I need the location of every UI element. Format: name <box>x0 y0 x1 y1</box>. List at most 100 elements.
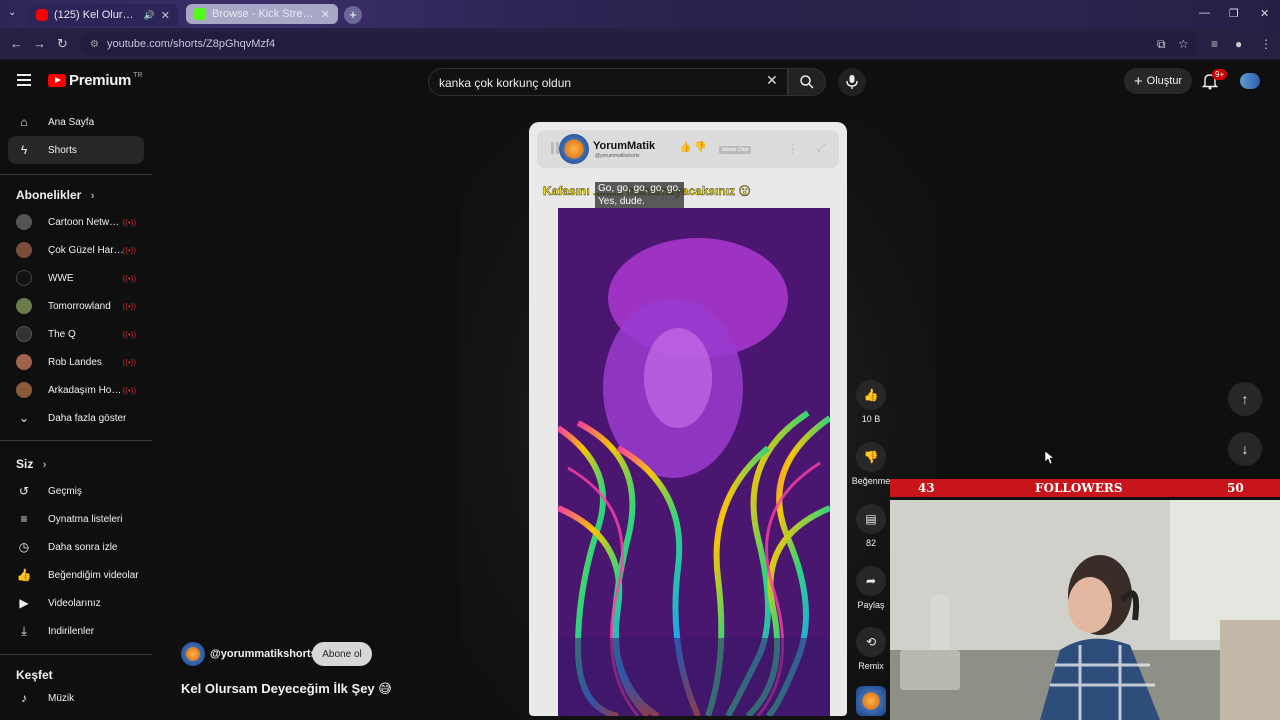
sidebar-item-subscription[interactable]: Çok Güzel Harek... ((•)) <box>8 236 144 264</box>
divider <box>0 440 152 441</box>
sidebar-item-playlists[interactable]: ≡ Oynatma listeleri <box>8 505 144 533</box>
followers-label: FOLLOWERS <box>1035 481 1123 495</box>
sidebar-item-subscription[interactable]: WWE ((•)) <box>8 264 144 292</box>
remix-button[interactable]: ⟲ <box>856 627 886 657</box>
youtube-logo[interactable]: Premium TR <box>48 72 142 89</box>
share-action: ➦ Paylaş <box>850 566 892 610</box>
comments-button[interactable]: ▤ <box>856 504 886 534</box>
dislike-action: 👎 Beğenme <box>850 442 892 486</box>
followers-start-count: 43 <box>918 481 935 495</box>
site-info-icon[interactable]: ⚙ <box>90 39 99 50</box>
tab-youtube[interactable]: (125) Kel Olursam Deyeceğ 🔊 ✕ <box>28 4 178 26</box>
speaker-icon[interactable]: 🔊 <box>144 10 155 21</box>
voice-search-button[interactable] <box>838 68 866 96</box>
create-label: Oluştur <box>1146 75 1183 87</box>
tab-kick[interactable]: Browse - Kick Streaming ✕ <box>186 4 338 24</box>
remix-label: Remix <box>858 661 884 671</box>
back-icon[interactable]: ← <box>10 36 23 51</box>
create-button[interactable]: + Oluştur <box>1124 68 1192 94</box>
dislike-button[interactable]: 👎 <box>856 442 886 472</box>
sidebar-item-subscription[interactable]: Rob Landes ((•)) <box>8 348 144 376</box>
mouse-cursor-icon <box>1045 451 1055 465</box>
close-window-icon[interactable]: ✕ <box>1260 7 1269 20</box>
sidebar-item-subscription[interactable]: Cartoon Network... ((•)) <box>8 208 144 236</box>
channel-avatar <box>16 354 32 370</box>
share-icon: ➦ <box>865 574 877 588</box>
menu-icon[interactable]: ⋮ <box>1260 37 1272 51</box>
forward-icon[interactable]: → <box>33 36 46 51</box>
bookmark-star-icon[interactable]: ☆ <box>1178 37 1189 51</box>
sound-thumbnail-button[interactable] <box>856 686 886 716</box>
dislike-label: Beğenme <box>851 476 891 486</box>
channel-avatar <box>16 326 32 342</box>
explore-heading: Keşfet <box>16 668 53 682</box>
shorts-icon: ϟ <box>20 143 28 157</box>
close-tab-icon[interactable]: ✕ <box>321 8 330 21</box>
sidebar-item-your-videos[interactable]: ▶ Videolarınız <box>8 589 144 617</box>
logo-text: Premium <box>69 72 132 89</box>
logo-region: TR <box>133 72 143 79</box>
search-input[interactable]: kanka çok korkunç oldun <box>428 68 788 96</box>
minimize-icon[interactable]: — <box>1199 7 1210 19</box>
channel-avatar <box>16 242 32 258</box>
sidebar-item-label: The Q <box>48 328 76 340</box>
like-button[interactable]: 👍 <box>856 380 886 410</box>
maximize-icon[interactable]: ❐ <box>1229 7 1239 20</box>
embedded-thumbs-icon: 👍 👎 <box>679 142 707 153</box>
sidebar-item-label: Beğendiğim videolar <box>48 569 139 581</box>
shorts-player[interactable]: YorumMatik @yorummatikshorts 👍 👎 Abone O… <box>529 122 847 716</box>
search-button[interactable] <box>788 68 826 96</box>
channel-handle[interactable]: @yorummatikshorts <box>210 648 317 660</box>
history-icon: ↺ <box>18 484 30 498</box>
account-avatar[interactable] <box>1240 73 1260 89</box>
webcam-overlay <box>890 500 1280 720</box>
sidebar-item-history[interactable]: ↺ Geçmiş <box>8 477 144 505</box>
subscriptions-heading[interactable]: Abonelikler › <box>16 188 94 202</box>
pause-icon[interactable] <box>551 142 559 154</box>
previous-short-button[interactable]: ↑ <box>1228 382 1262 416</box>
channel-avatar <box>16 214 32 230</box>
more-options-icon[interactable]: ⋮ <box>787 142 798 155</box>
embedded-subscribe-label: Abone Olun <box>719 146 752 154</box>
tab-title: Browse - Kick Streaming <box>212 8 315 20</box>
sidebar-item-music[interactable]: ♪ Müzik <box>8 684 144 712</box>
fullscreen-icon[interactable]: ⤢ <box>817 142 826 155</box>
subscribe-button[interactable]: Abone ol <box>312 642 372 666</box>
music-icon: ♪ <box>21 691 27 705</box>
sidebar-item-subscription[interactable]: The Q ((•)) <box>8 320 144 348</box>
url-field[interactable]: ⚙ youtube.com/shorts/Z8pGhqvMzf4 <box>80 32 1196 56</box>
new-tab-button[interactable]: + <box>344 6 362 24</box>
profile-icon[interactable]: ● <box>1235 37 1242 51</box>
media-icon[interactable]: ≡ <box>1211 37 1218 51</box>
share-button[interactable]: ➦ <box>856 566 886 596</box>
sidebar-item-home[interactable]: ⌂ Ana Sayfa <box>8 108 144 136</box>
show-more-button[interactable]: ⌄ Daha fazla göster <box>8 404 144 432</box>
sidebar: ⌂ Ana Sayfa ϟ Shorts Abonelikler › Carto… <box>0 106 156 720</box>
clear-search-icon[interactable]: ✕ <box>766 72 778 89</box>
install-icon[interactable]: ⧉ <box>1157 37 1166 52</box>
next-short-button[interactable]: ↓ <box>1228 432 1262 466</box>
live-icon: ((•)) <box>122 245 136 255</box>
sidebar-item-label: Shorts <box>48 144 77 156</box>
sidebar-item-subscription[interactable]: Arkadaşım Hoşg... ((•)) <box>8 376 144 404</box>
microphone-icon <box>846 75 858 89</box>
comment-count: 82 <box>865 538 876 548</box>
sidebar-item-watch-later[interactable]: ◷ Daha sonra izle <box>8 533 144 561</box>
channel-logo <box>559 134 589 164</box>
arrow-down-icon: ↓ <box>1241 441 1249 457</box>
reload-icon[interactable]: ↻ <box>57 36 68 52</box>
live-icon: ((•)) <box>122 329 136 339</box>
webcam-image <box>890 500 1280 720</box>
sidebar-item-downloads[interactable]: ⤓ İndirilenler <box>8 617 144 645</box>
tab-search-icon[interactable]: ⌄ <box>8 7 16 18</box>
video-frame[interactable] <box>558 208 830 716</box>
live-icon: ((•)) <box>122 301 136 311</box>
sidebar-item-subscription[interactable]: Tomorrowland ((•)) <box>8 292 144 320</box>
sidebar-item-liked[interactable]: 👍 Beğendiğim videolar <box>8 561 144 589</box>
sidebar-item-shorts[interactable]: ϟ Shorts <box>8 136 144 164</box>
close-tab-icon[interactable]: ✕ <box>161 9 170 22</box>
thumb-up-icon: 👍 <box>863 388 879 402</box>
hamburger-menu-icon[interactable] <box>17 74 31 89</box>
you-heading[interactable]: Siz › <box>16 457 46 471</box>
channel-avatar[interactable] <box>181 642 205 666</box>
